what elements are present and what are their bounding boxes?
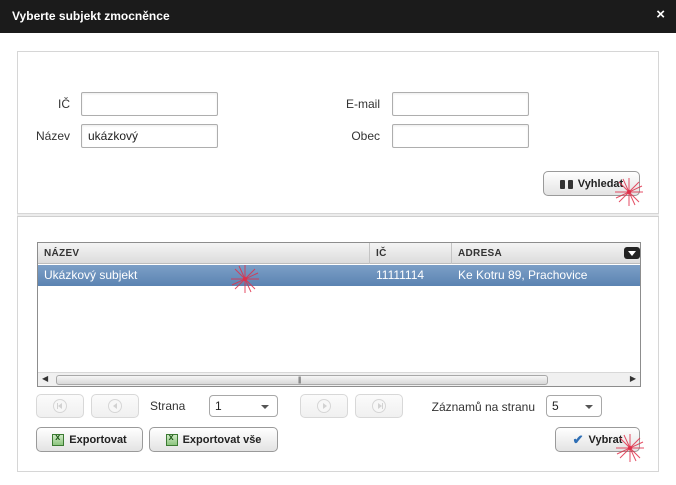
previous-page-button[interactable] (91, 394, 139, 418)
page-size-label: Záznamů na stranu (431, 400, 535, 414)
scroll-grip: ||| (298, 377, 302, 384)
email-label: E-mail (345, 97, 380, 111)
select-button-label: Vybrat (588, 433, 623, 446)
search-button-label: Vyhledat (577, 177, 624, 190)
scroll-thumb[interactable]: ||| (56, 375, 548, 385)
page-size-select-value: 5 (552, 399, 559, 413)
scroll-left-icon[interactable]: ◀ (42, 374, 48, 383)
column-header-name[interactable]: NÁZEV (38, 243, 370, 264)
chevron-down-icon (261, 405, 269, 409)
city-label: Obec (351, 129, 380, 143)
cell-address: Ke Kotru 89, Prachovice (458, 268, 588, 282)
cell-ic: 11111114 (376, 268, 425, 282)
export-all-button[interactable]: Exportovat vše (149, 427, 278, 452)
binoculars-icon (559, 178, 573, 189)
horizontal-scrollbar[interactable]: ◀ ||| ▶ (38, 372, 640, 386)
first-page-icon (53, 399, 67, 413)
column-header-address[interactable]: ADRESA (452, 243, 640, 264)
column-menu-icon[interactable] (624, 247, 640, 259)
table-row[interactable]: Ukázkový subjekt 11111114 Ke Kotru 89, P… (38, 265, 640, 286)
column-header-ic[interactable]: IČ (370, 243, 452, 264)
next-page-icon (317, 399, 331, 413)
page-select-value: 1 (215, 399, 222, 413)
email-field[interactable] (392, 92, 529, 116)
export-all-button-label: Exportovat vše (182, 433, 262, 446)
excel-icon (52, 432, 65, 446)
scroll-right-icon[interactable]: ▶ (630, 374, 636, 383)
cell-name: Ukázkový subjekt (44, 268, 138, 282)
excel-icon (165, 432, 178, 446)
grid-header: NÁZEV IČ ADRESA (38, 243, 640, 264)
dialog-title: Vyberte subjekt zmocněnce (12, 9, 170, 23)
name-label: Název (35, 129, 70, 143)
chevron-down-icon (585, 405, 593, 409)
name-field[interactable] (81, 124, 218, 148)
page-select[interactable]: 1 (209, 395, 278, 417)
export-button-label: Exportovat (69, 433, 127, 446)
previous-page-icon (108, 399, 122, 413)
ic-label: IČ (58, 97, 70, 111)
export-button[interactable]: Exportovat (36, 427, 143, 452)
results-grid: NÁZEV IČ ADRESA Ukázkový subjekt 1111111… (37, 242, 641, 387)
dialog-titlebar: Vyberte subjekt zmocněnce × (0, 0, 676, 33)
checkmark-icon: ✔ (572, 431, 584, 447)
first-page-button[interactable] (36, 394, 84, 418)
ic-field[interactable] (81, 92, 218, 116)
close-icon[interactable]: × (656, 7, 665, 23)
next-page-button[interactable] (300, 394, 348, 418)
last-page-button[interactable] (355, 394, 403, 418)
city-field[interactable] (392, 124, 529, 148)
last-page-icon (372, 399, 386, 413)
page-size-select[interactable]: 5 (546, 395, 602, 417)
select-button[interactable]: ✔ Vybrat (555, 427, 640, 452)
page-label: Strana (150, 399, 186, 413)
search-button[interactable]: Vyhledat (543, 171, 640, 196)
